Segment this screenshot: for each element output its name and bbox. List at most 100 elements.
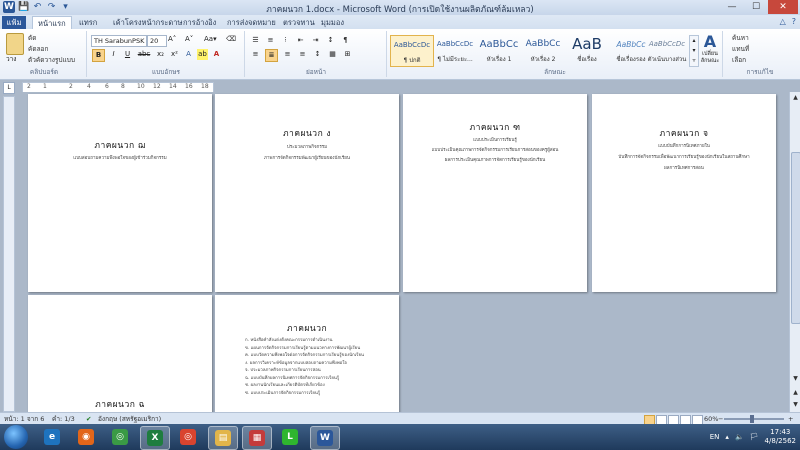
style-heading-2[interactable]: AaBbCc หัวเรื่อง 2 bbox=[522, 35, 564, 65]
taskbar-app[interactable]: W bbox=[310, 426, 340, 450]
tab-view[interactable]: มุมมอง bbox=[316, 16, 349, 29]
cut-button[interactable]: ตัด bbox=[28, 33, 36, 43]
change-case-button[interactable]: Aa▾ bbox=[204, 35, 217, 43]
sort-button[interactable]: ↕ bbox=[325, 35, 336, 46]
taskbar-app[interactable]: e bbox=[38, 426, 66, 448]
clock[interactable]: 17:43 4/8/2562 bbox=[765, 428, 796, 446]
scroll-up-icon[interactable]: ▲ bbox=[791, 93, 800, 102]
line-spacing-button[interactable]: ↕ bbox=[312, 49, 323, 60]
decrease-indent-button[interactable]: ⇤ bbox=[295, 35, 306, 46]
select-button[interactable]: เลือก bbox=[732, 55, 746, 65]
tab-home[interactable]: หน้าแรก bbox=[32, 16, 72, 30]
grow-font-button[interactable]: A˄ bbox=[168, 35, 176, 43]
page-5[interactable]: ภาคผนวก ฉ bbox=[28, 295, 212, 412]
font-color-button[interactable]: A bbox=[211, 49, 222, 60]
multilevel-list-button[interactable]: ⁝ bbox=[280, 35, 291, 46]
align-center-button[interactable]: ≣ bbox=[265, 49, 278, 62]
style-heading-1[interactable]: AaBbCc หัวเรื่อง 1 bbox=[478, 35, 520, 65]
start-button[interactable] bbox=[4, 425, 28, 449]
highlight-button[interactable]: ab bbox=[197, 49, 208, 60]
find-button[interactable]: ค้นหา bbox=[732, 33, 749, 43]
list-item: ค. แบบวัดความพึงพอใจต่อการจัดกิจกรรมการเ… bbox=[245, 353, 364, 358]
show-hidden-icons-icon[interactable]: ▴ bbox=[725, 433, 729, 441]
page-6[interactable]: ภาคผนวก ก. หนังสือคำสั่งแต่งตั้งคณะกรรมก… bbox=[215, 295, 399, 412]
style-normal[interactable]: AaBbCcDc ¶ ปกติ bbox=[390, 35, 434, 67]
input-language[interactable]: EN bbox=[710, 433, 720, 441]
tab-review[interactable]: ตรวจทาน bbox=[278, 16, 320, 29]
tab-insert[interactable]: แทรก bbox=[74, 16, 102, 29]
page-4[interactable]: ภาคผนวก จ แบบบันทึกการนิเทศภายใน บันทึกก… bbox=[592, 94, 776, 292]
chevron-down-icon[interactable]: ▾ bbox=[690, 46, 698, 56]
increase-indent-button[interactable]: ⇥ bbox=[310, 35, 321, 46]
volume-icon[interactable]: 🔈 bbox=[735, 433, 744, 441]
taskbar-app[interactable]: ▤ bbox=[208, 426, 238, 450]
style-name: ¶ ปกติ bbox=[403, 57, 421, 64]
bold-button[interactable]: B bbox=[92, 49, 105, 62]
style-no-spacing[interactable]: AaBbCcDc ¶ ไม่มีระยะ... bbox=[434, 35, 476, 65]
document-area[interactable]: ภาคผนวก ฌ แบบสอบถามความพึงพอใจของผู้เข้า… bbox=[16, 92, 788, 412]
taskbar-app[interactable]: ◉ bbox=[72, 426, 100, 448]
style-name: หัวเรื่อง 2 bbox=[530, 56, 556, 63]
tab-selector[interactable]: L bbox=[3, 82, 15, 94]
font-name-select[interactable]: TH SarabunPSK bbox=[91, 35, 147, 47]
style-title[interactable]: AaB ชื่อเรื่อง bbox=[566, 35, 608, 65]
taskbar-app[interactable]: ▦ bbox=[242, 426, 272, 450]
taskbar-app[interactable]: ◎ bbox=[106, 426, 134, 448]
clear-format-button[interactable]: ⌫ bbox=[226, 35, 236, 43]
strikethrough-button[interactable]: abc bbox=[136, 49, 152, 60]
close-button[interactable]: ✕ bbox=[768, 0, 798, 14]
justify-button[interactable]: ≡ bbox=[297, 49, 308, 60]
tab-page-layout[interactable]: เค้าโครงหน้ากระดาษ bbox=[108, 16, 187, 29]
maximize-button[interactable]: ☐ bbox=[744, 0, 768, 14]
scroll-down-icon[interactable]: ▼ bbox=[791, 374, 800, 383]
shrink-font-button[interactable]: A˅ bbox=[185, 35, 193, 43]
taskbar-app[interactable]: L bbox=[276, 426, 304, 448]
show-marks-button[interactable]: ¶ bbox=[340, 35, 351, 46]
underline-button[interactable]: U bbox=[122, 49, 133, 60]
numbering-button[interactable]: ≡ bbox=[265, 35, 276, 46]
italic-button[interactable]: I bbox=[108, 49, 119, 60]
taskbar-app[interactable]: ◎ bbox=[174, 426, 202, 448]
copy-button[interactable]: คัดลอก bbox=[28, 44, 48, 54]
borders-button[interactable]: ⊞ bbox=[342, 49, 353, 60]
text-effects-button[interactable]: A bbox=[183, 49, 194, 60]
minimize-ribbon-icon[interactable]: △ bbox=[780, 17, 786, 26]
font-size-select[interactable]: 20 bbox=[147, 35, 167, 47]
ie-icon: e bbox=[44, 429, 60, 445]
paragraph-group: ☰ ≡ ⁝ ⇤ ⇥ ↕ ¶ ≡ ≣ ≡ ≡ ↕ ▦ ⊞ ย่อหน้า bbox=[246, 31, 387, 77]
next-page-icon[interactable]: ▼ bbox=[791, 400, 800, 409]
help-icon[interactable]: ? bbox=[792, 17, 796, 26]
page-1[interactable]: ภาคผนวก ฌ แบบสอบถามความพึงพอใจของผู้เข้า… bbox=[28, 94, 212, 292]
tab-references[interactable]: การอ้างอิง bbox=[178, 16, 221, 29]
chevron-up-icon[interactable]: ▴ bbox=[690, 36, 698, 46]
format-painter-button[interactable]: ตัวคัดวางรูปแบบ bbox=[28, 55, 75, 65]
editing-group: ค้นหา แทนที่ เลือก การแก้ไข bbox=[724, 31, 796, 77]
page-3[interactable]: ภาคผนวก ฑ แบบประเมินการเรียนรู้ แบบประเม… bbox=[403, 94, 587, 292]
more-icon[interactable]: ▿ bbox=[690, 56, 698, 66]
change-styles-button[interactable]: A เปลี่ยน ลักษณะ bbox=[698, 33, 722, 65]
shading-button[interactable]: ▦ bbox=[327, 49, 338, 60]
vertical-ruler[interactable] bbox=[3, 96, 15, 412]
replace-button[interactable]: แทนที่ bbox=[732, 44, 749, 54]
minimize-button[interactable]: — bbox=[720, 0, 744, 14]
subscript-button[interactable]: x₂ bbox=[155, 49, 166, 60]
zoom-slider[interactable] bbox=[724, 415, 784, 423]
bullets-button[interactable]: ☰ bbox=[250, 35, 261, 46]
previous-page-icon[interactable]: ▲ bbox=[791, 388, 800, 397]
zoom-slider-thumb[interactable] bbox=[750, 415, 754, 423]
style-sample: AaBbCc bbox=[479, 39, 519, 50]
style-sample: AaBbCc bbox=[525, 39, 561, 49]
superscript-button[interactable]: x² bbox=[169, 49, 180, 60]
paste-button[interactable]: วาง bbox=[6, 54, 16, 64]
action-center-icon[interactable]: 🏳 bbox=[750, 433, 759, 441]
tab-mailings[interactable]: การส่งจดหมาย bbox=[222, 16, 281, 29]
tab-file[interactable]: แฟ้ม bbox=[2, 16, 26, 29]
scrollbar-thumb[interactable] bbox=[791, 152, 800, 324]
paste-icon[interactable] bbox=[6, 33, 24, 55]
vertical-scrollbar[interactable]: ▲ ▼ ▲ ▼ bbox=[789, 92, 800, 412]
align-left-button[interactable]: ≡ bbox=[250, 49, 261, 60]
align-right-button[interactable]: ≡ bbox=[282, 49, 293, 60]
page-2[interactable]: ภาคผนวก ง ประมวลภาพกิจกรรม ภาพการจัดกิจก… bbox=[215, 94, 399, 292]
taskbar-app[interactable]: X bbox=[140, 426, 170, 450]
style-subtle-emphasis[interactable]: AaBbCcDc ตัวเน้นบางส่วน bbox=[646, 35, 688, 65]
